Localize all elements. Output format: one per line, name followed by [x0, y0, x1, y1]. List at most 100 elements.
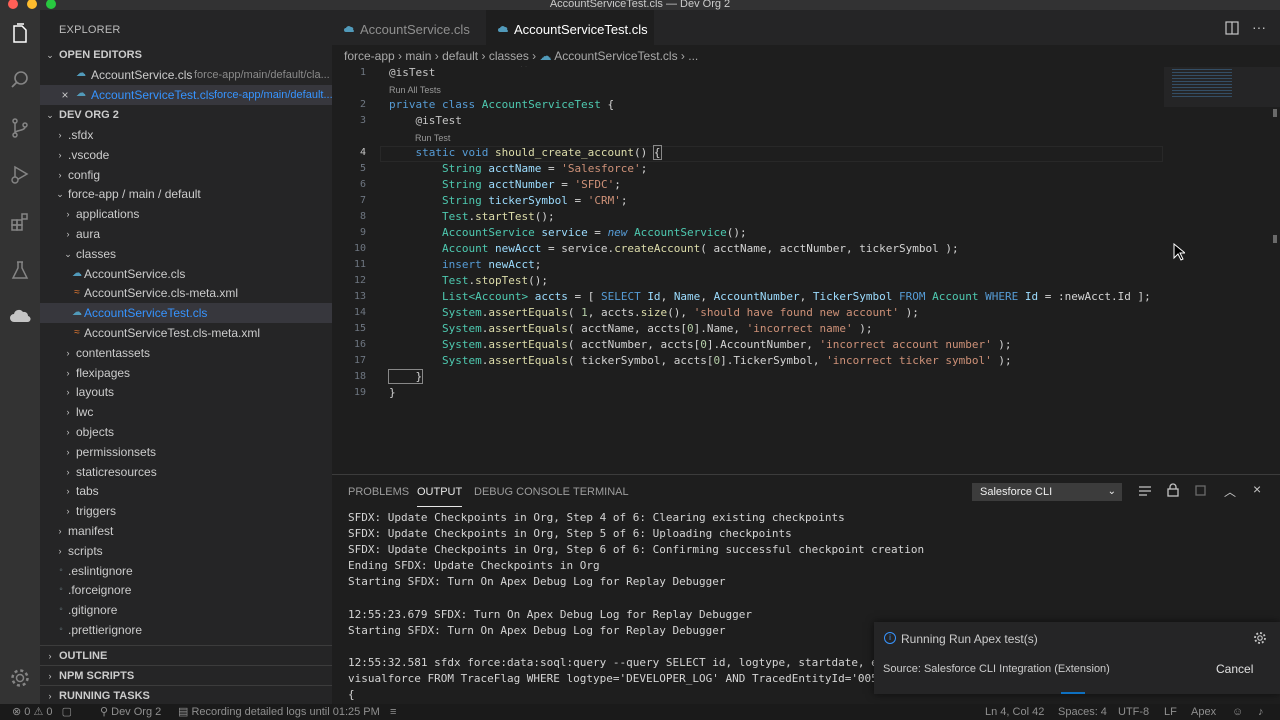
problems-status[interactable]: ⊗ 0 ⚠ 0 ▢: [12, 704, 72, 720]
encoding-status[interactable]: UTF-8: [1118, 704, 1149, 720]
minimize-window-button[interactable]: [27, 0, 37, 9]
output-line: 12:55:23.679 SFDX: Turn On Apex Debug Lo…: [348, 608, 752, 621]
tree-item[interactable]: ◦ .prettierignore: [40, 620, 332, 640]
feedback-icon[interactable]: ☺: [1232, 704, 1243, 720]
indentation-status[interactable]: Spaces: 4: [1058, 704, 1107, 720]
tree-item[interactable]: › staticresources: [40, 462, 332, 482]
cloud-icon[interactable]: [8, 304, 32, 328]
minimap[interactable]: [1164, 67, 1280, 107]
chevron-up-icon[interactable]: ︿: [1224, 483, 1236, 500]
close-panel-icon[interactable]: ×: [1253, 481, 1261, 497]
tree-item[interactable]: ☁ AccountServiceTest.cls: [40, 303, 332, 324]
breadcrumb-item[interactable]: main: [405, 49, 431, 63]
chevron-right-icon: ›: [58, 169, 62, 180]
tree-item[interactable]: › contentassets: [40, 343, 332, 363]
chevron-right-icon: ›: [66, 407, 70, 418]
tree-item[interactable]: ⌄ classes: [40, 244, 332, 264]
tab-output[interactable]: OUTPUT: [417, 485, 463, 507]
tree-item[interactable]: ◦ .gitignore: [40, 600, 332, 620]
tree-item[interactable]: ⌄ force-app / main / default: [40, 184, 332, 204]
eol-status[interactable]: LF: [1164, 704, 1177, 720]
lock-icon[interactable]: [1166, 483, 1180, 500]
output-channel-select[interactable]: Salesforce CLI ⌄: [972, 483, 1122, 501]
tree-item[interactable]: › permissionsets: [40, 442, 332, 462]
cursor-position[interactable]: Ln 4, Col 42: [985, 704, 1044, 720]
open-editor-item[interactable]: ☁ AccountService.cls force-app/main/defa…: [40, 65, 332, 85]
tree-item[interactable]: › config: [40, 165, 332, 185]
tree-item-label: .prettierignore: [68, 623, 143, 637]
clear-output-icon[interactable]: [1138, 484, 1152, 501]
breadcrumb-item[interactable]: AccountServiceTest.cls: [554, 49, 677, 63]
tree-item[interactable]: › aura: [40, 224, 332, 244]
breadcrumb-item[interactable]: classes: [489, 49, 529, 63]
tree-item[interactable]: › objects: [40, 422, 332, 442]
tree-item[interactable]: › applications: [40, 204, 332, 224]
extensions-icon[interactable]: [8, 210, 32, 234]
line-number: 14: [353, 307, 366, 318]
cloud-file-icon: [344, 26, 354, 32]
search-icon[interactable]: [8, 68, 32, 92]
gear-icon[interactable]: [8, 666, 32, 690]
tree-item-label: permissionsets: [76, 444, 157, 459]
outline-section[interactable]: › OUTLINE: [40, 645, 332, 665]
output-line: visualforce FROM TraceFlag WHERE logtype…: [348, 672, 892, 685]
maximize-window-button[interactable]: [46, 0, 56, 9]
open-in-editor-icon[interactable]: [1194, 483, 1208, 500]
source-control-icon[interactable]: [8, 116, 32, 140]
code-content: @isTest private class AccountServiceTest…: [387, 67, 1151, 399]
tab-account-service-test[interactable]: AccountServiceTest.cls ×: [486, 10, 654, 77]
tree-item[interactable]: › layouts: [40, 382, 332, 402]
tree-item[interactable]: › manifest: [40, 521, 332, 541]
open-editor-item[interactable]: × ☁ AccountServiceTest.cls force-app/mai…: [40, 85, 332, 105]
tree-item[interactable]: › tabs: [40, 481, 332, 501]
tree-item[interactable]: ☁ AccountService.cls: [40, 264, 332, 284]
split-editor-icon[interactable]: [1225, 21, 1239, 38]
tree-item[interactable]: › scripts: [40, 541, 332, 561]
org-status[interactable]: ⚲ Dev Org 2: [100, 704, 161, 720]
breadcrumb-item[interactable]: ...: [688, 49, 698, 63]
tree-item[interactable]: ◦ .eslintignore: [40, 561, 332, 581]
breadcrumb-item[interactable]: default: [442, 49, 478, 63]
tree-item[interactable]: › triggers: [40, 501, 332, 521]
chevron-right-icon: ›: [66, 229, 70, 239]
open-editors-section[interactable]: ⌄ OPEN EDITORS: [40, 45, 332, 65]
tab-debug-console[interactable]: DEBUG CONSOLE: [474, 485, 570, 507]
logging-status[interactable]: ▤ Recording detailed logs until 01:25 PM: [178, 704, 380, 720]
tree-item[interactable]: › .sfdx: [40, 125, 332, 145]
npm-scripts-section[interactable]: › NPM SCRIPTS: [40, 665, 332, 685]
cancel-button[interactable]: Cancel: [1216, 662, 1253, 676]
code-line: private class AccountServiceTest {: [389, 98, 615, 111]
status-bar: ⊗ 0 ⚠ 0 ▢ ⚲ Dev Org 2 ▤ Recording detail…: [0, 704, 1280, 720]
tree-item[interactable]: › flexipages: [40, 363, 332, 383]
close-icon[interactable]: ×: [59, 85, 71, 105]
output-line: {: [348, 688, 355, 701]
tree-item[interactable]: ≈ AccountService.cls-meta.xml: [40, 283, 332, 303]
scrollbar-thumb[interactable]: [1273, 235, 1277, 243]
beaker-icon[interactable]: [8, 258, 32, 282]
breadcrumb-item[interactable]: force-app: [344, 49, 395, 63]
tree-item[interactable]: › lwc: [40, 402, 332, 422]
tree-item[interactable]: ≈ AccountServiceTest.cls-meta.xml: [40, 323, 332, 343]
tree-item[interactable]: › .vscode: [40, 145, 332, 165]
chevron-right-icon: ›: [58, 130, 62, 140]
code-editor[interactable]: 1 2 3 4 5 6 7 8 9 10 11 12 13 14 15 16 17 18 19 Run All Te…: [332, 67, 1280, 474]
tab-account-service[interactable]: AccountService.cls: [332, 10, 486, 45]
menu-icon[interactable]: ≡: [390, 704, 396, 720]
chevron-right-icon: ›: [66, 506, 70, 517]
run-debug-icon[interactable]: [8, 162, 32, 186]
tab-problems[interactable]: PROBLEMS: [348, 485, 409, 507]
files-icon[interactable]: [8, 22, 32, 46]
running-tasks-section[interactable]: › RUNNING TASKS: [40, 685, 332, 704]
tab-terminal[interactable]: TERMINAL: [573, 485, 629, 507]
tree-item-label: scripts: [68, 543, 103, 558]
editor-tabs: AccountService.cls AccountServiceTest.cl…: [332, 10, 1280, 77]
notification-settings-icon[interactable]: [1253, 631, 1267, 648]
run-test-codelens[interactable]: Run Test: [415, 133, 450, 143]
notifications-bell-icon[interactable]: ♪: [1258, 704, 1264, 720]
language-mode[interactable]: Apex: [1191, 704, 1216, 720]
output-log: SFDX: Update Checkpoints in Org, Step 4 …: [348, 512, 924, 701]
more-actions-icon[interactable]: ···: [1252, 20, 1266, 34]
close-window-button[interactable]: [8, 0, 18, 9]
tree-item[interactable]: ◦ .forceignore: [40, 580, 332, 600]
workspace-section[interactable]: ⌄ DEV ORG 2: [40, 105, 332, 125]
